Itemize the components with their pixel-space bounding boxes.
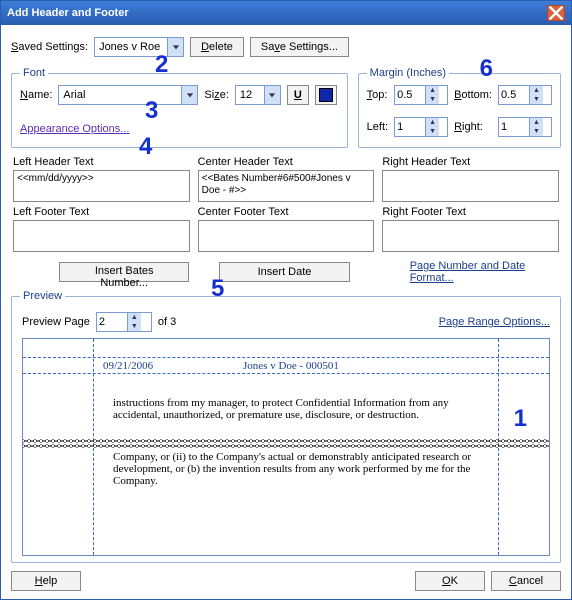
chevron-down-icon — [181, 86, 197, 104]
center-footer-input[interactable] — [198, 220, 375, 252]
left-header-input[interactable]: <<mm/dd/yyyy>> — [13, 170, 190, 202]
spinner-icon[interactable]: ▲▼ — [425, 118, 439, 136]
center-footer-label: Center Footer Text — [198, 206, 375, 218]
right-footer-label: Right Footer Text — [382, 206, 559, 218]
margin-right-input[interactable]: ▲▼ — [498, 117, 552, 137]
saved-settings-row: Saved Settings: Jones v Roe Delete Save … — [11, 37, 563, 57]
preview-box: 09/21/2006 Jones v Doe - 000501 instruct… — [22, 338, 550, 556]
saved-settings-select[interactable]: Jones v Roe — [94, 37, 184, 57]
preview-legend: Preview — [20, 290, 65, 302]
page-break-indicator — [23, 439, 549, 443]
center-header-label: Center Header Text — [198, 156, 375, 168]
spinner-icon[interactable]: ▲▼ — [127, 313, 141, 331]
title-bar: Add Header and Footer — [1, 1, 571, 25]
cancel-button[interactable]: Cancel — [491, 571, 561, 591]
right-header-input[interactable] — [382, 170, 559, 202]
margins-legend: Margin (Inches) — [367, 67, 449, 79]
preview-bates: Jones v Doe - 000501 — [243, 360, 339, 372]
font-size-label: Size: — [204, 89, 228, 101]
spinner-icon[interactable]: ▲▼ — [529, 118, 543, 136]
page-date-format-link[interactable]: Page Number and Date Format... — [410, 260, 559, 284]
preview-page-label: Preview Page — [22, 316, 90, 328]
font-name-select[interactable]: Arial — [58, 85, 198, 105]
font-legend: Font — [20, 67, 48, 79]
spinner-icon[interactable]: ▲▼ — [529, 86, 543, 104]
font-fieldset: Font Name: Arial Size: 12 U — [11, 67, 348, 148]
margin-right-label: Right: — [454, 121, 492, 133]
spinner-icon[interactable]: ▲▼ — [425, 86, 439, 104]
right-footer-input[interactable] — [382, 220, 559, 252]
client-area: Saved Settings: Jones v Roe Delete Save … — [1, 25, 571, 599]
insert-row: Insert Bates Number... Insert Date Page … — [59, 260, 559, 284]
font-name-label: Name: — [20, 89, 52, 101]
save-settings-button[interactable]: Save Settings... — [250, 37, 349, 57]
font-size-select[interactable]: 12 — [235, 85, 281, 105]
saved-settings-label: Saved Settings: — [11, 41, 88, 53]
margin-top-label: Top: — [367, 89, 388, 101]
font-name-value: Arial — [63, 89, 85, 101]
center-header-input[interactable]: <<Bates Number#6#500#Jones v Doe - #>> — [198, 170, 375, 202]
font-size-value: 12 — [240, 89, 252, 101]
preview-body-top: instructions from my manager, to protect… — [113, 397, 489, 421]
left-footer-input[interactable] — [13, 220, 190, 252]
font-margin-row: Font Name: Arial Size: 12 U — [9, 65, 563, 150]
insert-bates-button[interactable]: Insert Bates Number... — [59, 262, 189, 282]
appearance-options-link[interactable]: Appearance Options... — [20, 123, 129, 135]
left-footer-label: Left Footer Text — [13, 206, 190, 218]
preview-of-label: of 3 — [158, 316, 176, 328]
dialog-buttons: Help OK Cancel — [11, 571, 561, 591]
insert-date-button[interactable]: Insert Date — [219, 262, 349, 282]
margin-left-input[interactable]: ▲▼ — [394, 117, 448, 137]
right-header-label: Right Header Text — [382, 156, 559, 168]
preview-body-bottom: Company, or (ii) to the Company's actual… — [113, 451, 489, 487]
close-button[interactable] — [547, 5, 565, 21]
help-button[interactable]: Help — [11, 571, 81, 591]
page-break-indicator — [23, 444, 549, 448]
preview-fieldset: Preview Preview Page ▲▼ of 3 Page Range … — [11, 290, 561, 563]
saved-settings-value: Jones v Roe — [99, 41, 160, 53]
margin-guide — [23, 373, 549, 374]
margins-fieldset: Margin (Inches) Top: ▲▼ Bottom: ▲▼ Left:… — [358, 67, 561, 148]
margin-left-label: Left: — [367, 121, 388, 133]
page-range-link[interactable]: Page Range Options... — [439, 316, 550, 328]
margin-top-input[interactable]: ▲▼ — [394, 85, 448, 105]
margin-guide — [23, 357, 549, 358]
left-header-label: Left Header Text — [13, 156, 190, 168]
dialog-window: Add Header and Footer Saved Settings: Jo… — [0, 0, 572, 600]
chevron-down-icon — [167, 38, 183, 56]
preview-date: 09/21/2006 — [103, 360, 153, 372]
chevron-down-icon — [264, 86, 280, 104]
font-color-button[interactable] — [315, 85, 337, 105]
margin-bottom-label: Bottom: — [454, 89, 492, 101]
preview-page-input[interactable]: ▲▼ — [96, 312, 152, 332]
ok-button[interactable]: OK — [415, 571, 485, 591]
delete-button[interactable]: Delete — [190, 37, 244, 57]
window-title: Add Header and Footer — [7, 7, 129, 19]
underline-button[interactable]: U — [287, 85, 309, 105]
header-footer-grid: Left Header Text <<mm/dd/yyyy>> Center H… — [13, 156, 559, 252]
margin-bottom-input[interactable]: ▲▼ — [498, 85, 552, 105]
color-swatch-icon — [319, 88, 333, 102]
